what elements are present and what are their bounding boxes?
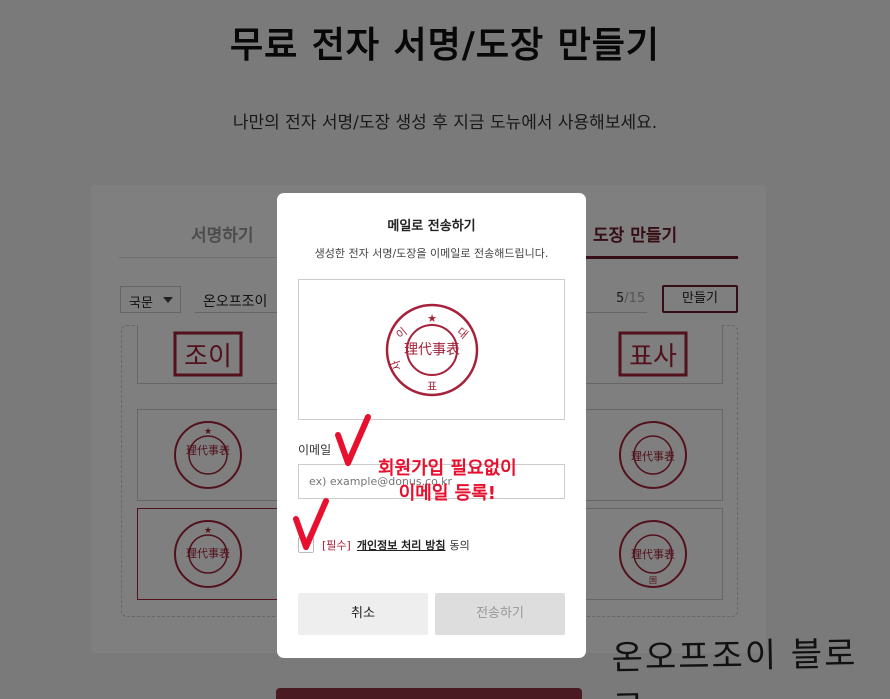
blog-watermark: 온오프조이 블로그 [611,634,858,699]
annotation-check-icon [335,414,371,466]
stamp-star-icon: ★ [427,312,437,325]
email-modal: 메일로 전송하기 생성한 전자 서명/도장을 이메일로 전송해드립니다. ★ 理… [277,193,586,658]
stamp-name-char: 대 [454,325,470,341]
email-label: 이메일 [298,443,332,457]
privacy-policy-link[interactable]: 개인정보 처리 방침 [357,537,446,553]
send-button[interactable]: 전송하기 [435,593,565,635]
modal-description: 생성한 전자 서명/도장을 이메일로 전송해드립니다. [314,247,549,260]
stamp-main-text: 理代事表 [404,342,460,358]
stamp-preview: ★ 理代事表 이 사 대 표 [298,279,565,420]
stamp-name-char: 사 [388,358,404,372]
agree-suffix: 동의 [449,539,470,552]
annotation-check-icon [293,498,329,550]
stamp-name-char: 표 [426,380,436,393]
modal-title: 메일로 전송하기 [387,219,476,234]
stamp-name-char: 이 [393,325,409,341]
download-bar[interactable] [276,688,582,699]
annotation-line-1: 회원가입 필요없이 [378,458,517,479]
stamp-preview-graphic: ★ 理代事表 이 사 대 표 [385,303,478,396]
cancel-button[interactable]: 취소 [298,593,428,635]
annotation-line-2: 이메일 등록! [398,483,497,504]
annotation-text: 회원가입 필요없이 이메일 등록! [378,456,517,506]
